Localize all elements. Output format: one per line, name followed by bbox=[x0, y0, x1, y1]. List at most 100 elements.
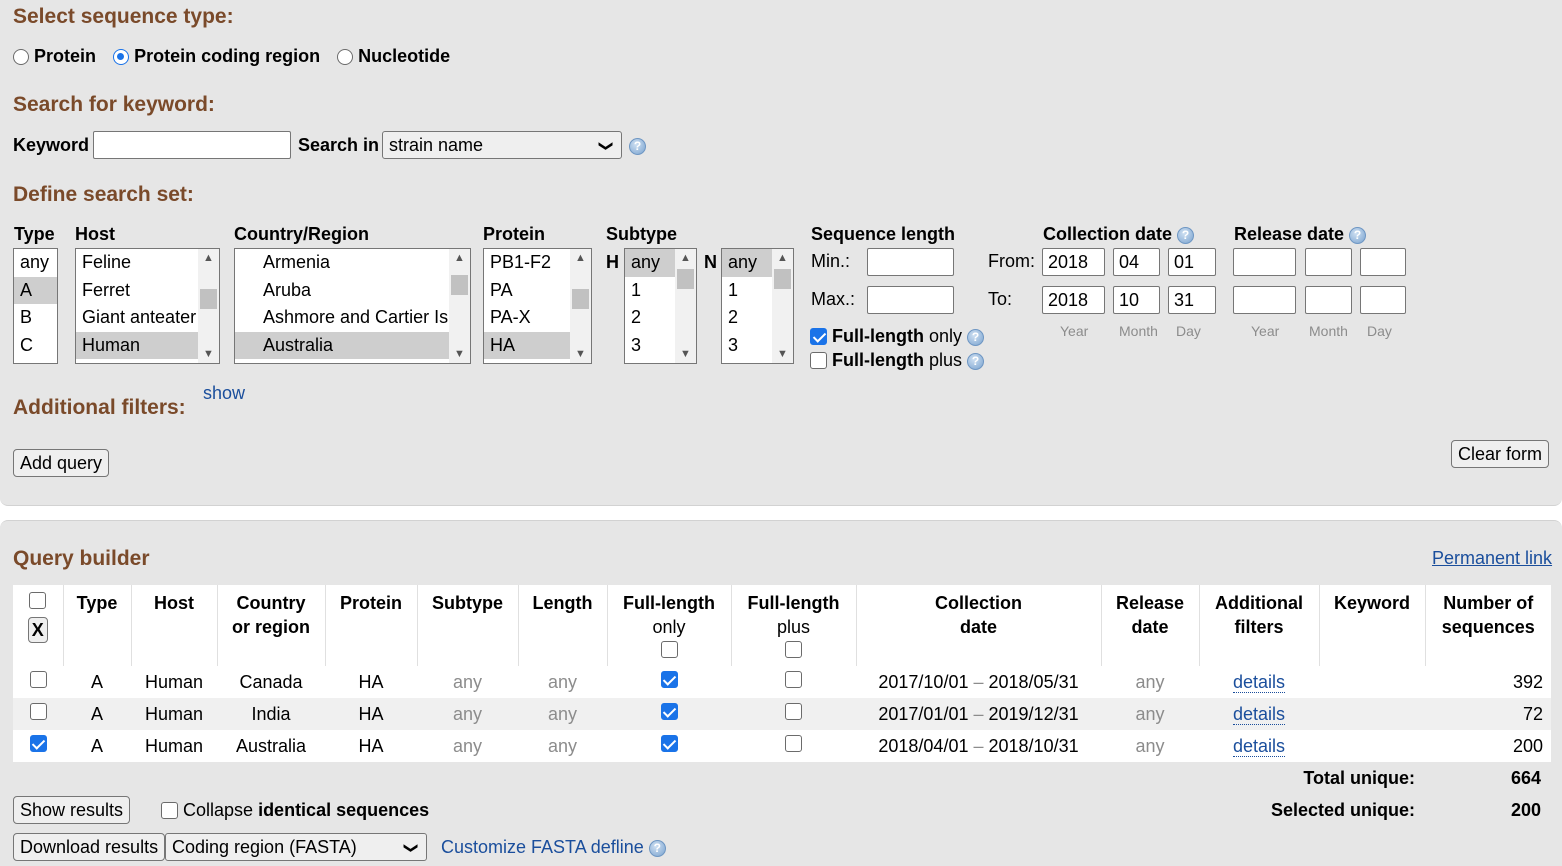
list-item[interactable]: Ashmore and Cartier Is bbox=[235, 304, 470, 332]
row-select-checkbox[interactable] bbox=[29, 735, 47, 752]
show-results-button[interactable]: Show results bbox=[13, 796, 131, 824]
radio-protein-coding-region-label[interactable]: Protein coding region bbox=[134, 46, 320, 66]
full-length-only-label-bold[interactable]: Full-length bbox=[832, 326, 924, 346]
help-icon[interactable]: ? bbox=[1349, 226, 1367, 244]
show-filters-link[interactable]: show bbox=[203, 383, 245, 404]
full-length-plus-header-checkbox[interactable] bbox=[785, 641, 802, 658]
collection-to-month[interactable]: 10 bbox=[1113, 286, 1160, 314]
collapse-label-bold[interactable]: identical sequences bbox=[258, 800, 429, 820]
details-link[interactable]: details bbox=[1232, 671, 1286, 693]
chevron-down-icon[interactable]: ▼ bbox=[772, 345, 793, 363]
row-full-length-plus-checkbox[interactable] bbox=[785, 671, 802, 688]
search-in-select[interactable]: strain name ❯ bbox=[382, 131, 622, 159]
row-full-length-plus-checkbox[interactable] bbox=[785, 703, 802, 720]
radio-protein-circle[interactable] bbox=[13, 49, 29, 66]
full-length-plus-label-bold[interactable]: Full-length bbox=[832, 350, 924, 370]
help-icon[interactable]: ? bbox=[967, 352, 985, 370]
scrollbar[interactable]: ▲ ▼ bbox=[198, 249, 219, 363]
chevron-down-icon[interactable]: ▼ bbox=[675, 345, 696, 363]
help-icon[interactable]: ? bbox=[1177, 226, 1195, 244]
radio-nucleotide-circle[interactable] bbox=[337, 49, 354, 66]
full-length-plus-option[interactable]: Full-length plus ? bbox=[810, 350, 985, 370]
full-length-only-option[interactable]: Full-length only ? bbox=[810, 326, 985, 346]
chevron-up-icon[interactable]: ▲ bbox=[675, 249, 696, 267]
release-from-year[interactable] bbox=[1233, 248, 1296, 276]
radio-protein-coding-region[interactable]: Protein coding region bbox=[113, 46, 320, 66]
subtype-n-listbox[interactable]: any 1 2 3 ▲ ▼ bbox=[721, 248, 794, 364]
chevron-up-icon[interactable]: ▲ bbox=[772, 249, 793, 267]
row-full-length-only-checkbox[interactable] bbox=[660, 735, 678, 752]
keyword-input[interactable] bbox=[93, 131, 291, 159]
chevron-down-icon[interactable]: ▼ bbox=[570, 345, 591, 363]
full-length-only-checkbox[interactable] bbox=[810, 328, 827, 345]
scrollbar-thumb[interactable] bbox=[774, 269, 791, 289]
collapse-identical-option[interactable]: Collapse identical sequences bbox=[161, 800, 429, 820]
collection-to-year[interactable]: 2018 bbox=[1042, 286, 1105, 314]
scrollbar[interactable]: ▲ ▼ bbox=[772, 249, 793, 363]
collapse-label-prefix[interactable]: Collapse bbox=[183, 800, 258, 820]
chevron-down-icon[interactable]: ▼ bbox=[198, 345, 219, 363]
chevron-up-icon[interactable]: ▲ bbox=[198, 249, 219, 267]
host-listbox[interactable]: Feline Ferret Giant anteater Human ▲ ▼ bbox=[75, 248, 220, 364]
details-link[interactable]: details bbox=[1232, 703, 1286, 725]
scrollbar[interactable]: ▲ ▼ bbox=[570, 249, 591, 363]
type-listbox[interactable]: any A B C bbox=[13, 248, 58, 364]
list-item[interactable]: C bbox=[14, 332, 57, 360]
permanent-link[interactable]: Permanent link bbox=[1432, 548, 1552, 569]
customize-fasta-link[interactable]: Customize FASTA defline ? bbox=[441, 837, 666, 858]
full-length-only-label-rest[interactable]: only bbox=[924, 326, 962, 346]
country-listbox[interactable]: Armenia Aruba Ashmore and Cartier Is Aus… bbox=[234, 248, 471, 364]
radio-protein-coding-region-circle[interactable] bbox=[113, 49, 130, 66]
add-query-button[interactable]: Add query bbox=[13, 449, 110, 477]
radio-protein[interactable]: Protein bbox=[13, 46, 96, 66]
download-format-select[interactable]: Coding region (FASTA) ❯ bbox=[165, 833, 427, 861]
details-link[interactable]: details bbox=[1232, 735, 1286, 757]
help-icon[interactable]: ? bbox=[629, 138, 646, 155]
row-select-checkbox[interactable] bbox=[29, 671, 47, 688]
full-length-plus-label-rest[interactable]: plus bbox=[924, 350, 962, 370]
scrollbar-thumb[interactable] bbox=[451, 275, 468, 295]
release-to-year[interactable] bbox=[1233, 286, 1296, 314]
radio-nucleotide-label[interactable]: Nucleotide bbox=[358, 46, 450, 66]
radio-nucleotide[interactable]: Nucleotide bbox=[337, 46, 450, 66]
download-results-button[interactable]: Download results bbox=[13, 833, 166, 861]
remove-selected-button[interactable]: X bbox=[27, 617, 48, 643]
radio-protein-label[interactable]: Protein bbox=[34, 46, 96, 66]
collection-to-day[interactable]: 31 bbox=[1168, 286, 1216, 314]
release-to-day[interactable] bbox=[1360, 286, 1406, 314]
scrollbar[interactable]: ▲ ▼ bbox=[675, 249, 696, 363]
select-all-checkbox[interactable] bbox=[29, 592, 47, 609]
collection-from-year[interactable]: 2018 bbox=[1042, 248, 1105, 276]
clear-form-button[interactable]: Clear form bbox=[1451, 440, 1550, 468]
list-item[interactable]: Aruba bbox=[235, 277, 470, 305]
list-item[interactable]: B bbox=[14, 304, 57, 332]
max-length-input[interactable] bbox=[867, 286, 954, 314]
scrollbar-thumb[interactable] bbox=[200, 289, 217, 309]
protein-listbox[interactable]: PB1-F2 PA PA-X HA ▲ ▼ bbox=[483, 248, 592, 364]
release-from-month[interactable] bbox=[1305, 248, 1352, 276]
collapse-identical-checkbox[interactable] bbox=[161, 802, 178, 819]
collection-from-day[interactable]: 01 bbox=[1168, 248, 1216, 276]
row-full-length-only-checkbox[interactable] bbox=[660, 703, 678, 720]
help-icon[interactable]: ? bbox=[967, 328, 985, 346]
list-item[interactable]: Armenia bbox=[235, 249, 470, 277]
row-full-length-only-checkbox[interactable] bbox=[660, 671, 678, 688]
list-item[interactable]: any bbox=[14, 249, 57, 277]
row-full-length-plus-checkbox[interactable] bbox=[785, 735, 802, 752]
full-length-only-header-checkbox[interactable] bbox=[660, 641, 678, 658]
min-length-input[interactable] bbox=[867, 248, 954, 276]
release-from-day[interactable] bbox=[1360, 248, 1406, 276]
help-icon[interactable]: ? bbox=[648, 839, 666, 857]
scrollbar-thumb[interactable] bbox=[572, 289, 589, 309]
scrollbar[interactable]: ▲ ▼ bbox=[449, 249, 470, 363]
chevron-up-icon[interactable]: ▲ bbox=[449, 249, 470, 267]
scrollbar-thumb[interactable] bbox=[677, 269, 694, 289]
collection-from-month[interactable]: 04 bbox=[1113, 248, 1160, 276]
chevron-down-icon[interactable]: ▼ bbox=[449, 345, 470, 363]
list-item[interactable]: Australia bbox=[235, 331, 470, 359]
list-item[interactable]: A bbox=[14, 276, 57, 304]
full-length-plus-checkbox[interactable] bbox=[810, 352, 827, 369]
release-to-month[interactable] bbox=[1305, 286, 1352, 314]
row-select-checkbox[interactable] bbox=[29, 703, 47, 720]
subtype-h-listbox[interactable]: any 1 2 3 ▲ ▼ bbox=[624, 248, 697, 364]
